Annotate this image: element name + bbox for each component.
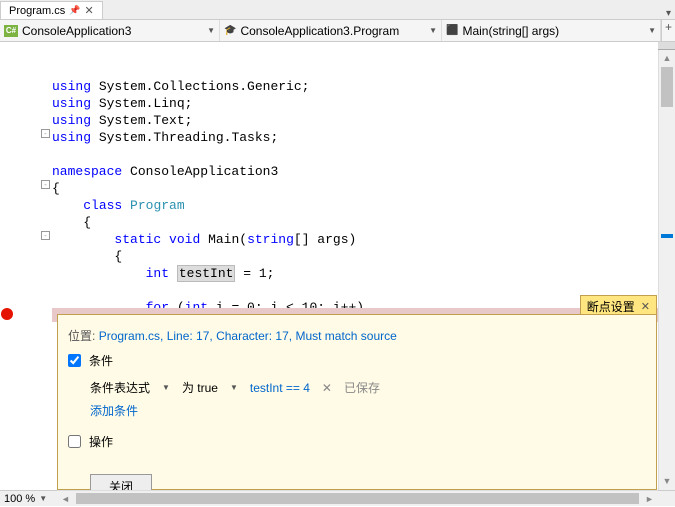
close-icon[interactable]: ✕ [641,300,650,313]
scroll-up-icon[interactable]: ▲ [659,50,675,67]
zoom-level[interactable]: 100 % [4,493,35,505]
action-label: 操作 [89,433,113,450]
class-icon: 🎓 [224,25,236,36]
scroll-thumb[interactable] [661,67,673,107]
add-dropdown-icon[interactable]: + [661,20,675,41]
condition-label: 条件 [89,352,113,369]
csharp-icon: C# [4,25,18,37]
chevron-down-icon: ▼ [162,383,170,392]
nav-project[interactable]: C# ConsoleApplication3 ▼ [0,20,220,41]
nav-method[interactable]: ⬛ Main(string[] args) ▼ [442,20,661,41]
breakpoint-gutter[interactable] [0,42,40,322]
scroll-right-icon[interactable]: ► [641,491,658,506]
condition-type-dropdown[interactable]: 条件表达式 [90,379,150,396]
tab-overflow-icon[interactable]: ▾ [662,8,675,19]
scroll-thumb[interactable] [76,493,639,504]
close-icon[interactable]: ✕ [84,4,93,17]
file-tab[interactable]: Program.cs 📌 ✕ [0,1,103,19]
action-checkbox[interactable] [68,435,81,448]
chevron-down-icon: ▼ [207,26,215,35]
scrollbar-vertical[interactable]: ▲ ▼ [658,42,675,490]
outline-gutter: - - - [40,42,52,322]
breakpoint-icon[interactable] [1,308,13,320]
code-editor[interactable]: using System.Collections.Generic; using … [52,42,675,322]
split-handle[interactable] [658,42,675,50]
add-condition-link[interactable]: 添加条件 [90,402,138,419]
chevron-down-icon: ▼ [429,26,437,35]
collapse-icon[interactable]: - [41,180,50,189]
method-icon: ⬛ [446,25,458,36]
nav-class[interactable]: 🎓 ConsoleApplication3.Program ▼ [220,20,442,41]
collapse-icon[interactable]: - [41,129,50,138]
scroll-left-icon[interactable]: ◄ [57,491,74,506]
scroll-down-icon[interactable]: ▼ [659,473,675,490]
location-link[interactable]: Program.cs, Line: 17, Character: 17, Mus… [99,329,397,343]
condition-eval-dropdown[interactable]: 为 true [182,379,218,396]
breakpoint-settings-panel: 位置: Program.cs, Line: 17, Character: 17,… [57,314,657,490]
chevron-down-icon: ▼ [648,26,656,35]
clear-expression-icon[interactable]: ✕ [322,381,332,395]
condition-checkbox[interactable] [68,354,81,367]
chevron-down-icon: ▼ [230,383,238,392]
saved-label: 已保存 [344,379,380,396]
pin-icon[interactable]: 📌 [69,5,80,16]
condition-expression[interactable]: testInt == 4 [250,381,310,395]
breakpoint-location: 位置: Program.cs, Line: 17, Character: 17,… [68,327,646,344]
change-marker [661,234,673,238]
scrollbar-horizontal[interactable]: ◄ ► [57,490,658,506]
collapse-icon[interactable]: - [41,231,50,240]
tab-label: Program.cs [9,5,65,17]
chevron-down-icon[interactable]: ▼ [39,494,47,503]
